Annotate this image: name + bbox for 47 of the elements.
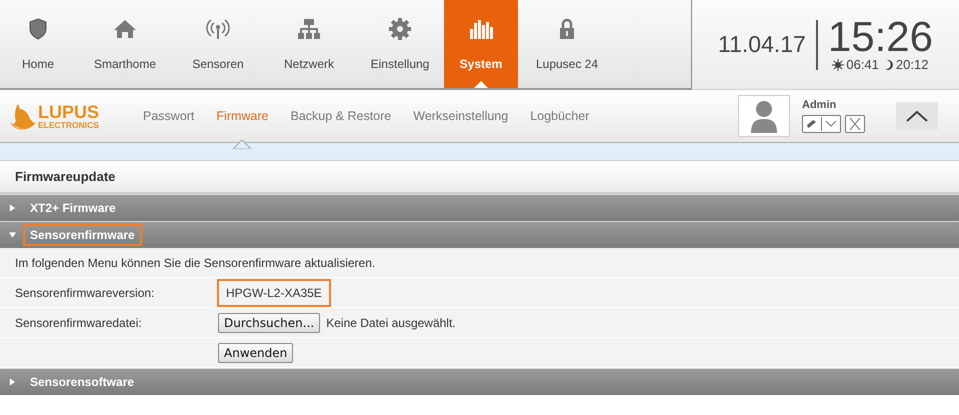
logo-text: LUPUS [38, 102, 100, 121]
nav-tab[interactable]: Sensoren [174, 0, 262, 88]
nav-tab[interactable]: Smarthome [76, 0, 174, 88]
edit-dropdown[interactable] [802, 115, 841, 133]
gear-icon [388, 17, 412, 41]
logo-subtitle: ELECTRONICS [38, 120, 100, 130]
sunrise-time: 06:41 [846, 57, 879, 72]
user-name: Admin [802, 99, 838, 111]
chevron-up-icon [906, 110, 928, 122]
file-status: Keine Datei ausgewählt. [326, 316, 456, 330]
sub-nav-tab[interactable]: Logbücher [530, 109, 590, 123]
section-header[interactable]: Sensorensoftware [0, 368, 959, 395]
caret-right-icon [9, 378, 16, 386]
caret-down-icon [9, 231, 16, 239]
network-icon [297, 17, 321, 41]
sun-icon [832, 58, 844, 70]
caret-down-icon [825, 120, 837, 128]
equalizer-icon [469, 17, 493, 41]
avatar-icon [738, 95, 790, 137]
intro-text: Im folgenden Menu können Sie die Sensorenfirmware aktualisieren. [15, 256, 376, 270]
caret-right-icon [9, 204, 16, 212]
nav-tab[interactable]: Home [0, 0, 76, 88]
pencil-icon [806, 119, 818, 129]
sub-nav-tab[interactable]: Passwort [143, 109, 194, 123]
section-header[interactable]: XT2+ Firmware [0, 194, 959, 221]
date-text: 11.04.17 [718, 31, 806, 58]
sub-nav-tab[interactable]: Backup & Restore [290, 109, 392, 123]
sub-nav-tab[interactable]: Firmware [216, 109, 268, 123]
nav-tab[interactable]: Einstellung [356, 0, 444, 88]
nav-tab[interactable]: Netzwerk [262, 0, 356, 88]
section-header[interactable]: Sensorenfirmware [0, 221, 959, 248]
nav-tab[interactable]: System [444, 0, 518, 88]
collapse-button[interactable] [896, 102, 938, 130]
sunset-time: 20:12 [896, 57, 928, 72]
field-label: Sensorenfirmwaredatei: [15, 316, 143, 330]
antenna-icon [206, 17, 230, 41]
sub-nav-tab[interactable]: Werkseinstellung [413, 109, 508, 123]
moon-icon [884, 58, 894, 70]
house-icon [113, 17, 137, 41]
close-button[interactable] [845, 115, 865, 133]
nav-tab[interactable]: Lupusec 24 [518, 0, 616, 88]
version-value: HPGW-L2-XA35E [217, 278, 331, 306]
clock-time: 15:26 [828, 17, 933, 57]
apply-button[interactable]: Anwenden [218, 342, 294, 362]
field-label: Sensorenfirmwareversion: [15, 286, 156, 300]
close-icon [849, 117, 861, 131]
browse-button[interactable]: Durchsuchen... [218, 312, 320, 332]
